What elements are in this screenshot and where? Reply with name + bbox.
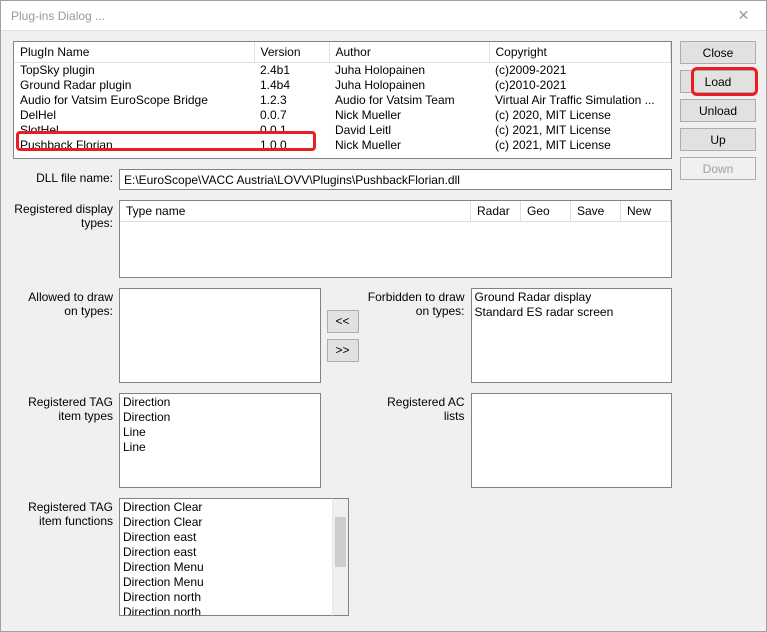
list-item[interactable]: Line: [123, 425, 317, 440]
table-header-row: PlugIn Name Version Author Copyright: [14, 42, 671, 63]
list-item[interactable]: Direction Clear: [123, 500, 329, 515]
dll-file-input[interactable]: [119, 169, 672, 190]
list-item[interactable]: Direction Clear: [123, 515, 329, 530]
table-row[interactable]: TopSky plugin2.4b1Juha Holopainen(c)2009…: [14, 63, 671, 79]
col-save[interactable]: Save: [571, 201, 621, 221]
col-geo[interactable]: Geo: [521, 201, 571, 221]
ac-lists-list[interactable]: [471, 393, 673, 488]
list-item[interactable]: Direction: [123, 410, 317, 425]
list-item[interactable]: Standard ES radar screen: [475, 305, 669, 320]
table-row[interactable]: Pushback Florian1.0.0Nick Mueller(c) 202…: [14, 138, 671, 153]
list-item[interactable]: Direction east: [123, 530, 329, 545]
allowed-draw-list[interactable]: [119, 288, 321, 383]
move-left-button[interactable]: <<: [327, 310, 359, 333]
col-name[interactable]: PlugIn Name: [14, 42, 254, 63]
tag-item-types-list[interactable]: DirectionDirectionLineLine: [119, 393, 321, 488]
col-typename[interactable]: Type name: [120, 201, 471, 221]
dll-file-label: DLL file name:: [13, 169, 113, 190]
plugin-table[interactable]: PlugIn Name Version Author Copyright Top…: [13, 41, 672, 159]
table-row[interactable]: Audio for Vatsim EuroScope Bridge1.2.3Au…: [14, 93, 671, 108]
col-copyright[interactable]: Copyright: [489, 42, 671, 63]
allowed-draw-label: Allowed to draw on types:: [13, 288, 113, 383]
col-radar[interactable]: Radar: [471, 201, 521, 221]
close-icon[interactable]: ✕: [721, 1, 766, 31]
col-version[interactable]: Version: [254, 42, 329, 63]
up-button[interactable]: Up: [680, 128, 756, 151]
list-item[interactable]: Ground Radar display: [475, 290, 669, 305]
forbidden-draw-list[interactable]: Ground Radar displayStandard ES radar sc…: [471, 288, 673, 383]
col-new[interactable]: New: [621, 201, 671, 221]
table-row[interactable]: Ground Radar plugin1.4b4Juha Holopainen(…: [14, 78, 671, 93]
table-row[interactable]: DelHel0.0.7Nick Mueller(c) 2020, MIT Lic…: [14, 108, 671, 123]
list-item[interactable]: Direction Menu: [123, 560, 329, 575]
list-item[interactable]: Direction east: [123, 545, 329, 560]
table-row[interactable]: SlotHel0.0.1David Leitl(c) 2021, MIT Lic…: [14, 123, 671, 138]
titlebar: Plug-ins Dialog ... ✕: [1, 1, 766, 31]
scrollbar-thumb[interactable]: [335, 517, 346, 567]
col-author[interactable]: Author: [329, 42, 489, 63]
list-item[interactable]: Direction: [123, 395, 317, 410]
load-button[interactable]: Load: [680, 70, 756, 93]
list-item[interactable]: Direction north: [123, 590, 329, 605]
reg-ac-lists-label: Registered AC lists: [365, 393, 465, 488]
reg-tag-func-label: Registered TAG item functions: [13, 498, 113, 528]
reg-display-label: Registered display types:: [13, 200, 113, 278]
unload-button[interactable]: Unload: [680, 99, 756, 122]
forbidden-draw-label: Forbidden to draw on types:: [365, 288, 465, 383]
down-button[interactable]: Down: [680, 157, 756, 180]
list-item[interactable]: Direction Menu: [123, 575, 329, 590]
list-item[interactable]: Line: [123, 440, 317, 455]
window-title: Plug-ins Dialog ...: [11, 9, 721, 23]
move-right-button[interactable]: >>: [327, 339, 359, 362]
list-item[interactable]: Direction north: [123, 605, 329, 616]
scrollbar[interactable]: [332, 498, 349, 616]
close-button[interactable]: Close: [680, 41, 756, 64]
display-types-list[interactable]: Type name Radar Geo Save New: [119, 200, 672, 278]
tag-item-functions-list[interactable]: Direction ClearDirection ClearDirection …: [119, 498, 332, 616]
reg-tag-item-label: Registered TAG item types: [13, 393, 113, 488]
